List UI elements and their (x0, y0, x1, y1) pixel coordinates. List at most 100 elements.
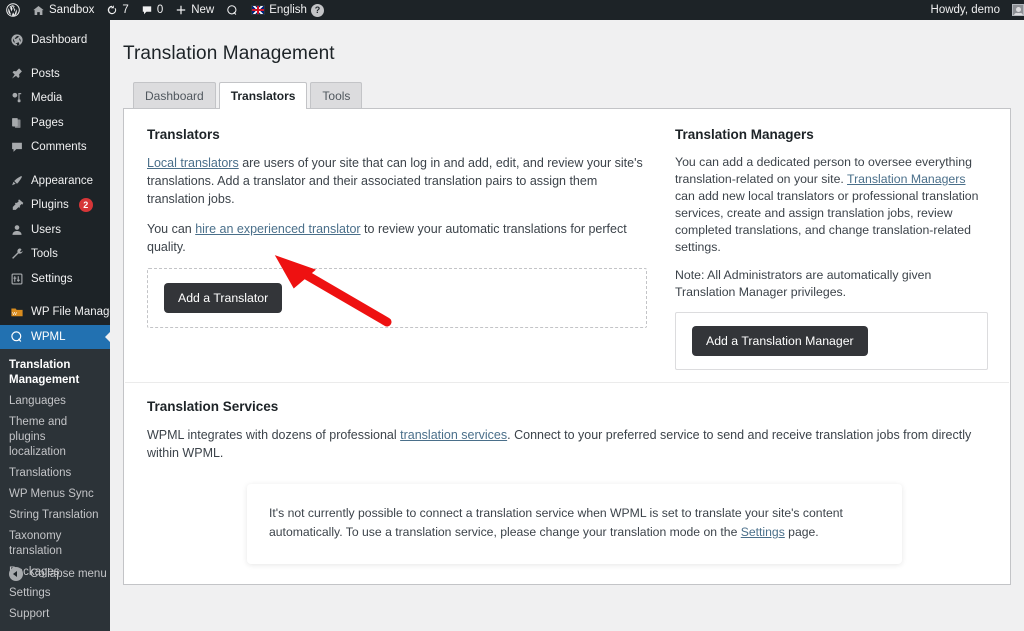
collapse-menu-label: Collapse menu (30, 568, 107, 580)
sidebar-item-comments[interactable]: Comments (0, 135, 110, 160)
sidebar-item-posts[interactable]: Posts (0, 62, 110, 87)
admin-bar: Sandbox 7 0 New English ? Howdy, demo (0, 0, 1024, 20)
comment-bubble-icon (9, 140, 24, 154)
add-translation-manager-box: Add a Translation Manager (675, 312, 988, 370)
sidebar-item-settings[interactable]: Settings (0, 267, 110, 292)
notice-text: It's not currently possible to connect a… (269, 504, 880, 542)
pin-icon (9, 67, 24, 81)
submenu-item-wp-menus-sync[interactable]: WP Menus Sync (0, 484, 110, 505)
translation-service-unavailable-notice: It's not currently possible to connect a… (247, 484, 902, 564)
translation-managers-section: Translation Managers You can add a dedic… (669, 109, 1010, 382)
sidebar-item-label: Appearance (31, 174, 94, 187)
translation-managers-note: Note: All Administrators are automatical… (675, 268, 932, 299)
card-top-row: Translators Local translators are users … (124, 109, 1010, 382)
sidebar-item-plugins[interactable]: Plugins 2 (0, 193, 110, 218)
translation-services-link[interactable]: translation services (400, 428, 507, 442)
admin-sidebar: Dashboard Posts Media Pages Comments App… (0, 20, 120, 631)
tm-description-rest: can add new local translators or profess… (675, 189, 979, 254)
comments-button[interactable]: 0 (135, 0, 169, 20)
sidebar-item-dashboard[interactable]: Dashboard (0, 28, 110, 53)
sidebar-item-users[interactable]: Users (0, 218, 110, 243)
sidebar-item-label: Dashboard (31, 34, 88, 47)
sidebar-item-wp-file-manager[interactable]: W WP File Manager (0, 300, 120, 325)
plug-icon (9, 198, 24, 212)
translation-managers-link[interactable]: Translation Managers (847, 172, 965, 186)
sidebar-item-pages[interactable]: Pages (0, 111, 110, 136)
submenu-item-translations[interactable]: Translations (0, 463, 110, 484)
sidebar-item-label: Posts (31, 67, 60, 80)
add-translator-button[interactable]: Add a Translator (164, 283, 283, 313)
updates-count: 7 (122, 4, 129, 16)
translation-managers-heading: Translation Managers (675, 127, 814, 142)
ts-description-pre: WPML integrates with dozens of professio… (147, 428, 401, 442)
comments-count: 0 (156, 4, 164, 16)
home-icon (32, 4, 45, 17)
collapse-arrow-icon (9, 567, 23, 581)
translators-heading: Translators (147, 127, 220, 142)
updates-button[interactable]: 7 (100, 0, 134, 20)
help-icon[interactable]: ? (310, 3, 324, 17)
sidebar-item-label: Settings (31, 272, 73, 285)
sidebar-item-label: Tools (31, 248, 58, 261)
wordpress-logo-button[interactable] (0, 0, 26, 20)
notice-text-rest: page. (784, 525, 819, 539)
submenu-item-taxonomy-translation[interactable]: Taxonomy translation (0, 526, 110, 562)
updates-icon (106, 4, 118, 16)
sidebar-item-wpml[interactable]: WPML (0, 324, 110, 349)
content-card: Translators Local translators are users … (123, 108, 1011, 585)
sidebar-item-label: Pages (31, 116, 64, 129)
sidebar-separator (0, 291, 110, 300)
sidebar-item-label: WP File Manager (31, 306, 120, 319)
hire-note-pre: You can (147, 222, 196, 236)
comment-bubble-icon (141, 4, 153, 16)
translation-services-description: WPML integrates with dozens of professio… (147, 426, 987, 462)
new-content-button[interactable]: New (169, 0, 220, 20)
main-content: Translation Management Dashboard Transla… (110, 20, 1024, 593)
sliders-icon (9, 272, 24, 286)
tab-bar: Dashboard Translators Tools (123, 82, 1012, 109)
translators-hire-note: You can hire an experienced translator t… (147, 220, 647, 256)
translation-services-section: Translation Services WPML integrates wit… (124, 383, 1010, 584)
submenu-item-string-translation[interactable]: String Translation (0, 505, 110, 526)
user-icon (9, 223, 24, 237)
sidebar-item-appearance[interactable]: Appearance (0, 169, 110, 194)
tab-translators[interactable]: Translators (218, 82, 308, 109)
wrench-icon (9, 247, 24, 261)
avatar (1012, 4, 1024, 16)
sidebar-item-label: WPML (31, 330, 66, 343)
tab-tools[interactable]: Tools (310, 82, 363, 108)
paintbrush-icon (9, 174, 24, 188)
submenu-item-theme-and-plugins-localization[interactable]: Theme and plugins localization (0, 412, 110, 463)
add-translator-box: Add a Translator (147, 268, 647, 328)
local-translators-link[interactable]: Local translators (147, 156, 239, 170)
folder-icon: W (9, 305, 24, 319)
page-title: Translation Management (123, 43, 335, 64)
sidebar-item-media[interactable]: Media (0, 86, 110, 111)
sidebar-item-label: Users (31, 223, 62, 236)
submenu-item-translation-management[interactable]: Translation Management (0, 355, 110, 391)
site-name-button[interactable]: Sandbox (26, 0, 100, 20)
collapse-menu-button[interactable]: Collapse menu (0, 561, 110, 587)
wpml-icon (9, 330, 24, 344)
hire-experienced-translator-link[interactable]: hire an experienced translator (195, 222, 360, 236)
plus-icon (175, 4, 187, 16)
sidebar-item-tools[interactable]: Tools (0, 242, 110, 267)
translation-managers-description: You can add a dedicated person to overse… (675, 154, 988, 256)
wpml-adminbar-button[interactable] (220, 0, 245, 20)
translators-section: Translators Local translators are users … (124, 109, 669, 382)
language-switcher-button[interactable]: English ? (245, 0, 330, 20)
howdy-label: Howdy, demo (930, 4, 1000, 16)
adminbar-account-area[interactable]: Howdy, demo (925, 0, 1024, 20)
submenu-item-support[interactable]: Support (0, 604, 110, 625)
tab-dashboard[interactable]: Dashboard (133, 82, 216, 108)
sidebar-separator (0, 160, 110, 169)
new-content-label: New (191, 4, 215, 16)
media-icon (9, 91, 24, 105)
settings-link[interactable]: Settings (741, 525, 785, 539)
add-translation-manager-button[interactable]: Add a Translation Manager (692, 326, 868, 356)
english-flag-icon (251, 5, 266, 15)
wpml-icon (226, 4, 239, 17)
wordpress-logo-icon (6, 3, 20, 17)
submenu-item-languages[interactable]: Languages (0, 391, 110, 412)
sidebar-item-label: Media (31, 92, 63, 105)
